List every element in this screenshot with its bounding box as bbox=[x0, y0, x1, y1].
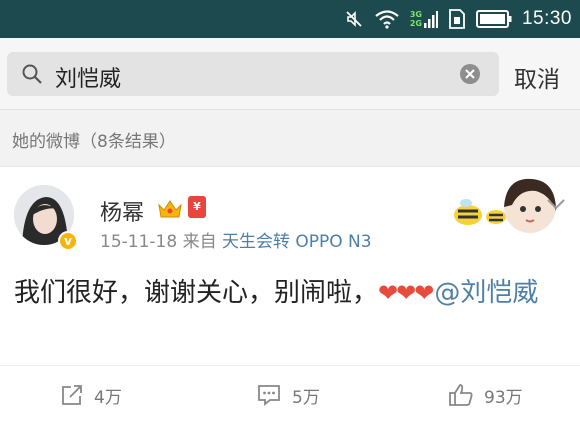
author-name[interactable]: 杨幂 bbox=[100, 195, 144, 227]
network-type-bottom: 2G bbox=[409, 19, 422, 28]
like-button[interactable]: 93万 bbox=[448, 380, 523, 410]
comment-icon bbox=[258, 385, 280, 406]
repost-button[interactable]: 4万 bbox=[60, 380, 122, 410]
crown-icon bbox=[158, 200, 182, 218]
network-type-top: 3G bbox=[409, 10, 422, 19]
post-from-label: 来自 bbox=[182, 232, 217, 252]
cancel-button[interactable]: 取消 bbox=[514, 60, 560, 94]
status-bar: 3G 2G 15:30 bbox=[0, 0, 580, 38]
thumbs-up-icon bbox=[449, 384, 473, 406]
post-source[interactable]: 天生会转 OPPO N3 bbox=[222, 232, 372, 252]
battery-icon bbox=[475, 10, 512, 28]
post-content: 我们很好，谢谢关心，别闹啦，❤❤❤@刘恺威 bbox=[14, 275, 559, 311]
post-date: 15-11-18 bbox=[100, 232, 178, 252]
verified-badge: v bbox=[58, 231, 78, 251]
clear-icon[interactable] bbox=[459, 63, 481, 85]
like-count: 93万 bbox=[484, 387, 523, 408]
action-bar: 4万 5万 93万 bbox=[0, 365, 580, 425]
status-time: 15:30 bbox=[521, 8, 572, 29]
search-icon bbox=[22, 64, 42, 84]
search-input[interactable]: 刘恺威 bbox=[7, 52, 499, 96]
search-bar: 刘恺威 取消 bbox=[0, 38, 580, 110]
comment-button[interactable]: 5万 bbox=[256, 380, 320, 410]
mention-link[interactable]: @刘恺威 bbox=[434, 278, 538, 308]
post-text: 我们很好，谢谢关心，别闹啦， bbox=[14, 278, 379, 308]
section-title: 她的微博（8条结果） bbox=[12, 132, 176, 152]
repost-icon bbox=[62, 385, 82, 405]
heart-emojis: ❤❤❤ bbox=[378, 279, 434, 307]
post-meta: 15-11-18 来自 天生会转 OPPO N3 bbox=[100, 227, 372, 252]
post-card[interactable]: v 杨幂 ¥ 15-11-18 来自 天生会转 OPPO N3 我们很好，谢谢关… bbox=[0, 166, 580, 426]
repost-count: 4万 bbox=[94, 387, 122, 408]
chevron-down-icon[interactable] bbox=[546, 197, 566, 211]
wifi-icon bbox=[375, 10, 399, 29]
signal-indicator: 3G 2G bbox=[410, 9, 438, 29]
mute-icon bbox=[346, 11, 362, 27]
card-decoration bbox=[454, 178, 556, 233]
sim-icon bbox=[449, 9, 465, 29]
red-packet-badge: ¥ bbox=[188, 196, 206, 218]
comment-count: 5万 bbox=[292, 387, 320, 408]
search-query[interactable]: 刘恺威 bbox=[55, 61, 121, 93]
signal-icon bbox=[423, 11, 438, 28]
